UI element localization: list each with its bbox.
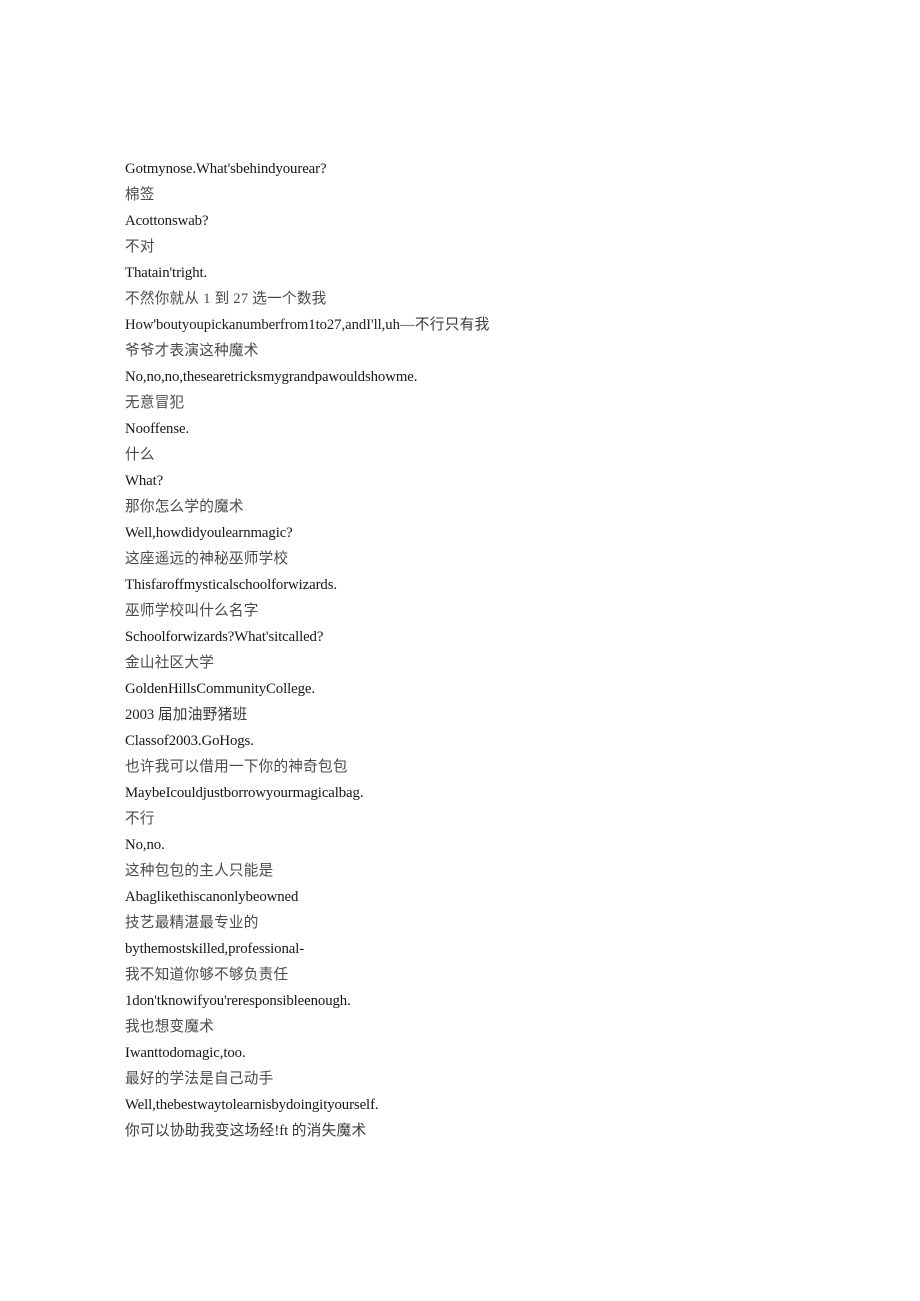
subtitle-line-zh: 我不知道你够不够负责任	[125, 967, 289, 983]
cjk-run: 届加油野猪班	[157, 707, 248, 723]
subtitle-line-en: Well,howdidyoulearnmagic?	[125, 525, 293, 541]
subtitle-line-zh: 最好的学法是自己动手	[125, 1071, 274, 1087]
subtitle-line-mixed: 你可以协助我变这场经!ft 的消失魔术	[125, 1118, 555, 1144]
subtitle-line-zh: 不行	[125, 811, 155, 827]
subtitle-line-zh: 无意冒犯	[125, 395, 185, 411]
subtitle-line-en: GoldenHillsCommunityCollege.	[125, 681, 315, 697]
subtitle-line-zh: 爷爷才表演这种魔术	[125, 343, 259, 359]
subtitle-line-mixed: How'boutyoupickanumberfrom1to27,andI'll,…	[125, 317, 490, 333]
cjk-run: 的消失魔术	[291, 1123, 367, 1139]
subtitle-line-en: Gotmynose.What'sbehindyourear?	[125, 161, 327, 177]
subtitle-transcript-body: Gotmynose.What'sbehindyourear? 棉签 Acottons…	[125, 156, 555, 1144]
subtitle-line-zh: 也许我可以借用一下你的神奇包包	[125, 759, 348, 775]
subtitle-line-en: bythemostskilled,professional-	[125, 941, 305, 957]
subtitle-line-mixed: 2003 届加油野猪班	[125, 707, 248, 723]
subtitle-line-en: No,no.	[125, 837, 165, 853]
subtitle-line-en: Thisfaroffmysticalschoolforwizards.	[125, 577, 337, 593]
subtitle-line-zh: 不对	[125, 239, 155, 255]
subtitle-line-zh: 巫师学校叫什么名字	[125, 603, 259, 619]
subtitle-line-zh: 什么	[125, 447, 155, 463]
subtitle-line-en: Abaglikethiscanonlybeowned	[125, 889, 299, 905]
subtitle-line-en: 1don'tknowifyou'reresponsibleenough.	[125, 993, 351, 1009]
subtitle-line-zh: 那你怎么学的魔术	[125, 499, 244, 515]
subtitle-line-en: No,no,no,thesearetricksmygrandpawouldsho…	[125, 369, 418, 385]
subtitle-line-en: Schoolforwizards?What'sitcalled?	[125, 629, 324, 645]
cjk-run: —不行只有我	[399, 317, 490, 333]
document-page: Gotmynose.What'sbehindyourear? 棉签 Acottons…	[0, 0, 920, 1301]
subtitle-line-zh: 不然你就从 1 到 27 选一个数我	[125, 291, 327, 307]
subtitle-line-zh: 棉签	[125, 187, 155, 203]
fallback-glyph-run: !ft	[274, 1123, 289, 1139]
subtitle-line-en: Acottonswab?	[125, 213, 209, 229]
subtitle-line-en: Nooffense.	[125, 421, 190, 437]
subtitle-line-en: MaybeIcouldjustborrowyourmagicalbag.	[125, 785, 364, 801]
subtitle-line-zh: 这种包包的主人只能是	[125, 863, 274, 879]
subtitle-line-en: Classof2003.GoHogs.	[125, 733, 254, 749]
cjk-run: 你可以协助我变这场经	[125, 1123, 275, 1139]
subtitle-line-en: Well,thebestwaytolearnisbydoingityoursel…	[125, 1097, 379, 1113]
subtitle-line-en: What?	[125, 473, 164, 489]
subtitle-line-zh: 金山社区大学	[125, 655, 215, 671]
subtitle-line-en: Thatain'tright.	[125, 265, 208, 281]
subtitle-line-zh: 这座遥远的神秘巫师学校	[125, 551, 289, 567]
subtitle-line-en: Iwanttodomagic,too.	[125, 1045, 246, 1061]
subtitle-line-zh: 我也想变魔术	[125, 1019, 215, 1035]
subtitle-line-zh: 技艺最精湛最专业的	[125, 915, 259, 931]
